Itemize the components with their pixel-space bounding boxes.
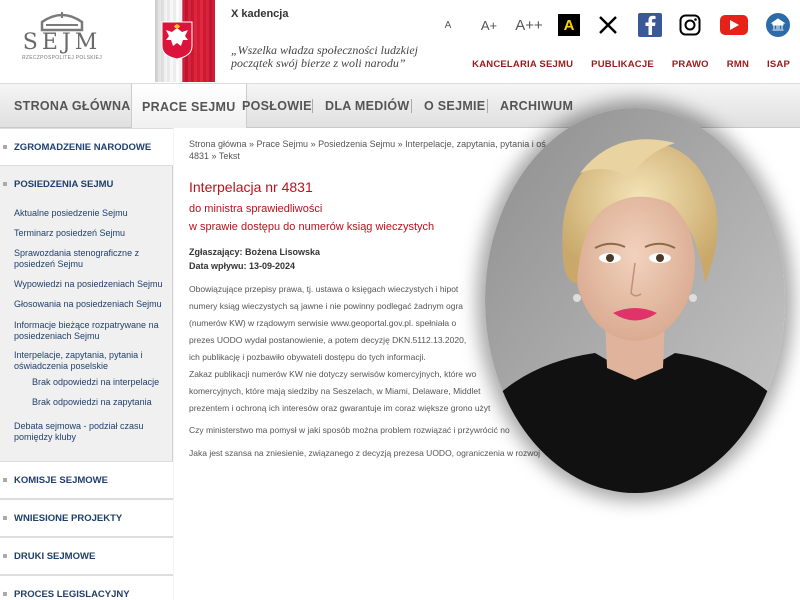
topnav-isap[interactable]: ISAP bbox=[767, 59, 790, 73]
nav-o-sejmie[interactable]: O SEJMIE bbox=[424, 84, 485, 128]
font-size-small-button[interactable]: A bbox=[440, 12, 456, 38]
eagle-emblem-icon bbox=[161, 21, 193, 60]
nav-strona-glowna[interactable]: STRONA GŁÓWNA bbox=[14, 84, 131, 128]
logo-subtitle: RZECZPOSPOLITEJ POLSKIEJ bbox=[22, 55, 102, 61]
sidebar: ZGROMADZENIE NARODOWE POSIEDZENIA SEJMU … bbox=[0, 128, 173, 600]
bip-icon[interactable] bbox=[766, 13, 790, 37]
font-size-large-button[interactable]: A++ bbox=[514, 12, 544, 38]
topnav-prawo[interactable]: PRAWO bbox=[672, 59, 709, 73]
sidebar-link-debata-sejmowa[interactable]: Debata sejmowa - podział czasu pomiędzy … bbox=[14, 421, 164, 443]
topnav-rmn[interactable]: RMN bbox=[727, 59, 749, 73]
nav-prace-sejmu[interactable]: PRACE SEJMU bbox=[131, 84, 247, 129]
page-title: Interpelacja nr 4831 bbox=[189, 179, 313, 195]
portrait-photo bbox=[485, 108, 785, 493]
sidebar-proces-legislacyjny[interactable]: PROCES LEGISLACYJNY bbox=[0, 575, 173, 600]
sidebar-link-brak-odpowiedzi-zapytania[interactable]: Brak odpowiedzi na zapytania bbox=[32, 397, 182, 408]
sidebar-link-wypowiedzi[interactable]: Wypowiedzi na posiedzeniach Sejmu bbox=[14, 279, 164, 290]
sidebar-komisje-sejmowe[interactable]: KOMISJE SEJMOWE bbox=[0, 461, 173, 499]
x-icon[interactable] bbox=[596, 13, 620, 37]
date-received-label: Data wpływu: 13-09-2024 bbox=[189, 261, 296, 271]
sidebar-zgromadzenie-narodowe[interactable]: ZGROMADZENIE NARODOWE bbox=[0, 128, 173, 166]
instagram-icon[interactable] bbox=[678, 13, 702, 37]
sidebar-link-aktualne-posiedzenie[interactable]: Aktualne posiedzenie Sejmu bbox=[14, 208, 164, 219]
nav-archiwum[interactable]: ARCHIWUM bbox=[500, 84, 573, 128]
motto-text: „Wszelka władza społeczności ludzkiej po… bbox=[231, 43, 418, 70]
logo-text: SEJM bbox=[22, 30, 102, 55]
site-header: SEJM RZECZPOSPOLITEJ POLSKIEJ X kadencja… bbox=[0, 0, 800, 84]
sidebar-link-glosowania[interactable]: Głosowania na posiedzeniach Sejmu bbox=[14, 299, 164, 310]
topnav-kancelaria[interactable]: KANCELARIA SEJMU bbox=[472, 59, 573, 73]
nav-poslowie[interactable]: POSŁOWIE bbox=[242, 84, 312, 128]
youtube-icon[interactable] bbox=[720, 15, 748, 35]
sidebar-link-brak-odpowiedzi-interpelacje[interactable]: Brak odpowiedzi na interpelacje bbox=[32, 377, 182, 388]
nav-separator bbox=[487, 99, 488, 113]
submitter-label: Zgłaszający: Bożena Lisowska bbox=[189, 247, 321, 257]
sidebar-druki-sejmowe[interactable]: DRUKI SEJMOWE bbox=[0, 537, 173, 575]
person-portrait-image bbox=[485, 108, 785, 493]
high-contrast-button[interactable]: A bbox=[558, 14, 580, 36]
sidebar-link-terminarz[interactable]: Terminarz posiedzeń Sejmu bbox=[14, 228, 164, 239]
nav-separator bbox=[312, 99, 313, 113]
sejm-logo[interactable]: SEJM RZECZPOSPOLITEJ POLSKIEJ bbox=[20, 10, 104, 72]
sidebar-wniesione-projekty[interactable]: WNIESIONE PROJEKTY bbox=[0, 499, 173, 537]
nav-separator bbox=[411, 99, 412, 113]
recipient-subtitle: do ministra sprawiedliwości bbox=[189, 203, 323, 215]
nav-dla-mediow[interactable]: DLA MEDIÓW bbox=[325, 84, 409, 128]
topic-subtitle: w sprawie dostępu do numerów ksiąg wiecz… bbox=[189, 221, 435, 233]
kadencja-label: X kadencja bbox=[231, 8, 289, 20]
sejm-building-icon bbox=[40, 12, 84, 32]
facebook-icon[interactable] bbox=[638, 13, 662, 37]
sidebar-posiedzenia-sejmu[interactable]: POSIEDZENIA SEJMU bbox=[0, 176, 173, 192]
top-navigation: KANCELARIA SEJMU PUBLIKACJE PRAWO RMN IS… bbox=[454, 59, 790, 73]
sidebar-link-interpelacje[interactable]: Interpelacje, zapytania, pytania i oświa… bbox=[14, 350, 164, 372]
sidebar-link-informacje-biezace[interactable]: Informacje bieżące rozpatrywane na posie… bbox=[14, 320, 164, 342]
font-size-medium-button[interactable]: A+ bbox=[478, 12, 500, 38]
topnav-publikacje[interactable]: PUBLIKACJE bbox=[591, 59, 654, 73]
sidebar-link-sprawozdania[interactable]: Sprawozdania stenograficzne z posiedzeń … bbox=[14, 248, 164, 270]
